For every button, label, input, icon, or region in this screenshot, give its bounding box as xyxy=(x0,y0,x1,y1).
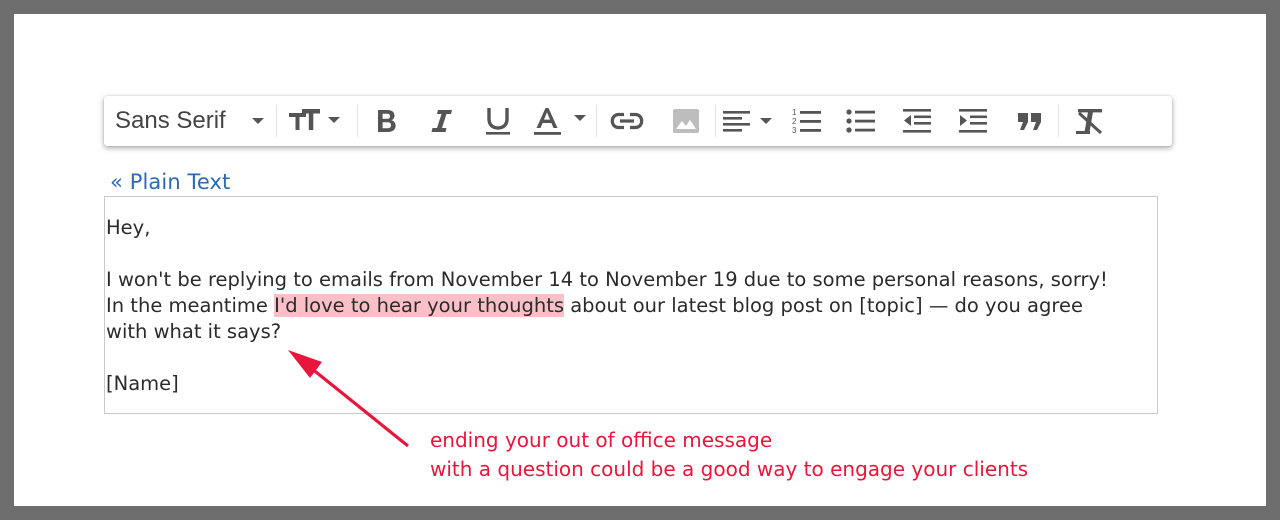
screenshot-canvas: Sans Serif 1 2 3 « Plain Text Hey, I won… xyxy=(14,14,1266,506)
annotation-arrow-icon xyxy=(288,350,410,448)
